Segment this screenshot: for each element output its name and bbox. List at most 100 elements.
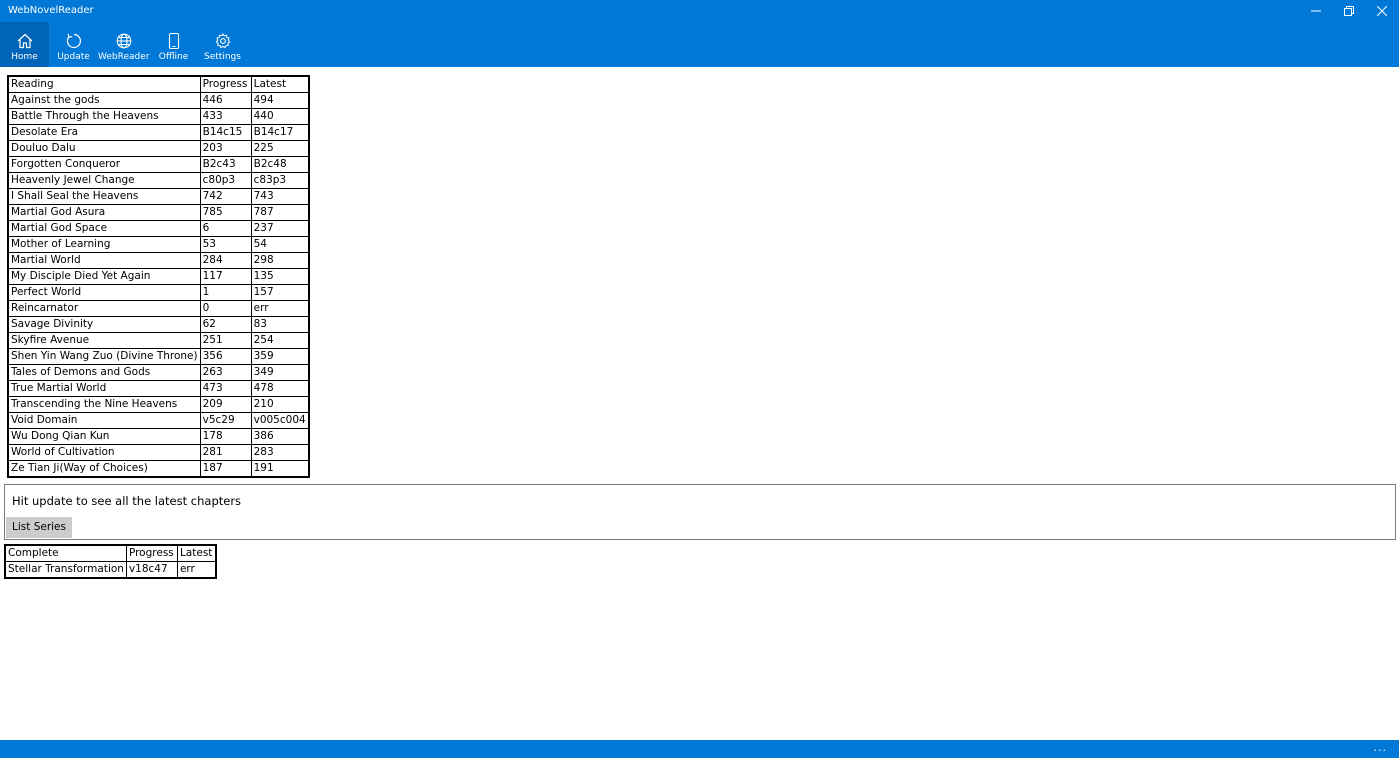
nav-item-home[interactable]: Home xyxy=(0,22,49,67)
reading-row[interactable]: Martial God Space 6 237 xyxy=(7,220,310,237)
reading-row[interactable]: Desolate Era B14c15 B14c17 xyxy=(7,124,310,141)
reading-row[interactable]: Perfect World 1 157 xyxy=(7,284,310,301)
reading-row[interactable]: Martial World 284 298 xyxy=(7,252,310,269)
reading-row[interactable]: World of Cultivation 281 283 xyxy=(7,444,310,461)
reading-cell: 225 xyxy=(250,140,310,157)
reading-table: Reading Progress Latest Against the gods 446… xyxy=(7,75,310,478)
reading-cell: c80p3 xyxy=(199,172,252,189)
minimize-icon xyxy=(1310,10,1321,12)
close-button[interactable] xyxy=(1365,0,1398,22)
nav-label-webreader: WebReader xyxy=(98,52,150,62)
reading-cell: 254 xyxy=(250,332,310,349)
reading-row[interactable]: Transcending the Nine Heavens 209 210 xyxy=(7,396,310,413)
reading-cell: Transcending the Nine Heavens xyxy=(7,396,201,413)
reading-cell: 6 xyxy=(199,220,252,237)
reading-cell: I Shall Seal the Heavens xyxy=(7,188,201,205)
reading-cell: 251 xyxy=(199,332,252,349)
phone-icon xyxy=(168,32,179,50)
reading-cell: My Disciple Died Yet Again xyxy=(7,268,201,285)
reading-cell: Martial God Asura xyxy=(7,204,201,221)
complete-header-cell: Complete xyxy=(4,544,127,562)
reading-cell: Shen Yin Wang Zuo (Divine Throne) xyxy=(7,348,201,365)
reading-cell: Douluo Dalu xyxy=(7,140,201,157)
nav-item-webreader[interactable]: WebReader xyxy=(98,22,149,67)
reading-cell: 210 xyxy=(250,396,310,413)
more-options-button[interactable]: ... xyxy=(1374,741,1388,754)
reading-cell: v5c29 xyxy=(199,412,252,429)
reading-row[interactable]: True Martial World 473 478 xyxy=(7,380,310,397)
complete-cell: err xyxy=(176,561,217,579)
reading-cell: B14c15 xyxy=(199,124,252,141)
complete-row[interactable]: Stellar Transformation v18c47 err xyxy=(4,561,217,579)
reading-cell: Reincarnator xyxy=(7,300,201,317)
reading-row[interactable]: Heavenly Jewel Change c80p3 c83p3 xyxy=(7,172,310,189)
reading-cell: Martial World xyxy=(7,252,201,269)
reading-cell: 191 xyxy=(250,460,310,478)
reading-row[interactable]: Reincarnator 0 err xyxy=(7,300,310,317)
reading-row[interactable]: Tales of Demons and Gods 263 349 xyxy=(7,364,310,381)
info-message: Hit update to see all the latest chapter… xyxy=(12,494,242,508)
reading-cell: 117 xyxy=(199,268,252,285)
reading-cell: 494 xyxy=(250,92,310,109)
complete-table: Complete Progress Latest Stellar Transforma… xyxy=(4,544,217,579)
reading-cell: 743 xyxy=(250,188,310,205)
reading-row[interactable]: Shen Yin Wang Zuo (Divine Throne) 356 359 xyxy=(7,348,310,365)
info-panel: Hit update to see all the latest chapter… xyxy=(4,484,1396,540)
reading-cell: 1 xyxy=(199,284,252,301)
complete-cell: Stellar Transformation xyxy=(4,561,127,579)
reading-cell: 53 xyxy=(199,236,252,253)
nav-item-update[interactable]: Update xyxy=(49,22,98,67)
reading-header-cell: Latest xyxy=(250,75,310,93)
reading-cell: 83 xyxy=(250,316,310,333)
list-series-button[interactable]: List Series xyxy=(6,517,72,538)
reading-row[interactable]: Douluo Dalu 203 225 xyxy=(7,140,310,157)
reading-cell: 283 xyxy=(250,444,310,461)
reading-cell: Heavenly Jewel Change xyxy=(7,172,201,189)
minimize-button[interactable] xyxy=(1299,0,1332,22)
reading-cell: 187 xyxy=(199,460,252,478)
nav-item-settings[interactable]: Settings xyxy=(198,22,247,67)
complete-header-cell: Progress xyxy=(125,544,178,562)
reading-cell: 359 xyxy=(250,348,310,365)
reading-row[interactable]: Martial God Asura 785 787 xyxy=(7,204,310,221)
globe-icon xyxy=(116,33,131,49)
nav-item-offline[interactable]: Offline xyxy=(149,22,198,67)
reading-cell: 446 xyxy=(199,92,252,109)
reading-row[interactable]: Ze Tian Ji(Way of Choices) 187 191 xyxy=(7,460,310,478)
reading-cell: World of Cultivation xyxy=(7,444,201,461)
reading-cell: True Martial World xyxy=(7,380,201,397)
reading-cell: 54 xyxy=(250,236,310,253)
reading-cell: 478 xyxy=(250,380,310,397)
reading-cell: 0 xyxy=(199,300,252,317)
complete-header-row: Complete Progress Latest xyxy=(4,544,217,562)
reading-row[interactable]: Battle Through the Heavens 433 440 xyxy=(7,108,310,125)
reading-cell: 284 xyxy=(199,252,252,269)
reading-row[interactable]: Void Domain v5c29 v005c004 xyxy=(7,412,310,429)
reading-row[interactable]: My Disciple Died Yet Again 117 135 xyxy=(7,268,310,285)
reading-row[interactable]: Wu Dong Qian Kun 178 386 xyxy=(7,428,310,445)
reading-cell: Tales of Demons and Gods xyxy=(7,364,201,381)
close-icon xyxy=(1376,6,1387,16)
reading-cell: 473 xyxy=(199,380,252,397)
reading-cell: 356 xyxy=(199,348,252,365)
reading-cell: 178 xyxy=(199,428,252,445)
nav-label-offline: Offline xyxy=(158,52,189,62)
reading-cell: 785 xyxy=(199,204,252,221)
reading-cell: 237 xyxy=(250,220,310,237)
reading-row[interactable]: Mother of Learning 53 54 xyxy=(7,236,310,253)
reading-cell: B2c48 xyxy=(250,156,310,173)
restore-icon xyxy=(1343,6,1354,16)
reading-cell: 298 xyxy=(250,252,310,269)
reading-cell: 135 xyxy=(250,268,310,285)
reading-row[interactable]: Savage Divinity 62 83 xyxy=(7,316,310,333)
reading-row[interactable]: Forgotten Conqueror B2c43 B2c48 xyxy=(7,156,310,173)
reading-cell: Forgotten Conqueror xyxy=(7,156,201,173)
reading-header-cell: Progress xyxy=(199,75,252,93)
restore-button[interactable] xyxy=(1332,0,1365,22)
reading-cell: Martial God Space xyxy=(7,220,201,237)
reading-row[interactable]: Against the gods 446 494 xyxy=(7,92,310,109)
reading-row[interactable]: Skyfire Avenue 251 254 xyxy=(7,332,310,349)
reading-cell: v005c004 xyxy=(250,412,310,429)
reading-row[interactable]: I Shall Seal the Heavens 742 743 xyxy=(7,188,310,205)
reading-cell: 787 xyxy=(250,204,310,221)
